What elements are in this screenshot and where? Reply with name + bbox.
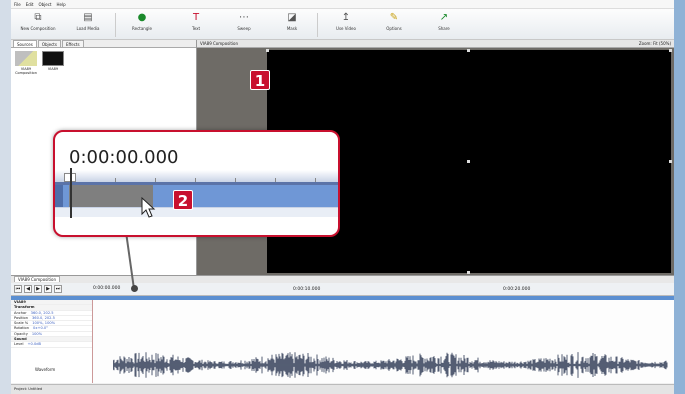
right-edge — [674, 0, 685, 394]
mask-icon: ◪ — [287, 12, 297, 23]
options-label: Options — [386, 26, 402, 31]
new-composition-icon: ⧉ — [34, 12, 42, 23]
tab-objects[interactable]: Objects — [37, 40, 61, 47]
resize-handle[interactable] — [669, 160, 672, 163]
tab-sources[interactable]: Sources — [13, 40, 37, 47]
toolbar-separator — [317, 13, 318, 37]
stage-header: VIA89 Composition Zoom: Fit (50%) — [197, 40, 674, 48]
menu-edit[interactable]: Edit — [26, 2, 34, 7]
zoom-track-header — [55, 185, 63, 207]
step-back-button[interactable]: ◀ — [24, 285, 32, 293]
rectangle-button[interactable]: ● Rectangle — [119, 11, 165, 38]
track-name: Anchor — [14, 310, 27, 315]
media-item-label: VIA89 Composition — [15, 67, 37, 75]
timeline-track-area[interactable] — [93, 300, 674, 383]
zoom-level[interactable]: Zoom: Fit (50%) — [639, 41, 671, 46]
share-label: Share — [438, 26, 450, 31]
ruler-label: 0:00:10.000 — [293, 287, 321, 292]
step-badge-2: 2 — [173, 190, 193, 210]
left-edge — [0, 0, 11, 394]
track-name: Position — [14, 315, 28, 320]
text-label: Text — [191, 26, 201, 31]
waveform-label: Waveform — [35, 367, 56, 372]
track-name: Level — [14, 342, 24, 347]
audio-waveform[interactable] — [113, 350, 668, 380]
text-button[interactable]: T Text — [173, 11, 219, 38]
track-name: Opacity — [14, 331, 28, 336]
go-to-start-button[interactable]: ⏮ — [14, 285, 22, 293]
options-icon: ✎ — [389, 12, 399, 23]
media-item[interactable]: VIA89 — [41, 51, 65, 71]
timeline-tabbar: VIA89 Composition — [11, 275, 674, 283]
ruler-label: 0:00:20.000 — [503, 287, 531, 292]
zoom-timecode: 0:00:00.000 — [69, 147, 179, 168]
rectangle-icon: ● — [137, 12, 147, 23]
media-item-label: VIA89 — [47, 67, 59, 71]
load-media-icon: ▤ — [83, 12, 93, 23]
track-value[interactable]: 360.0, 202.5 — [31, 311, 54, 315]
screenshot-frame: File Edit Object Help ⧉ New Composition … — [0, 0, 685, 394]
options-button[interactable]: ✎ Options — [371, 11, 417, 38]
track-name: VIA89 — [14, 300, 26, 304]
tab-timeline-composition[interactable]: VIA89 Composition — [14, 276, 60, 282]
play-button[interactable]: ▶ — [34, 285, 42, 293]
track-name: Scale % — [14, 321, 29, 326]
zoom-callout: 0:00:00.000 — [53, 130, 340, 237]
track-value[interactable]: 0x+0.0° — [33, 326, 48, 330]
track-name: Rotation — [14, 326, 30, 331]
rectangle-label: Rectangle — [132, 26, 152, 31]
go-to-end-button[interactable]: ⏭ — [54, 285, 62, 293]
track-row[interactable]: Level +0.0dB — [11, 342, 92, 348]
composition-thumbnail — [15, 51, 37, 66]
step-forward-button[interactable]: ▶ — [44, 285, 52, 293]
status-bar: Project: Untitled — [11, 384, 674, 394]
load-media-button[interactable]: ▤ Load Media — [65, 11, 111, 38]
tab-effects[interactable]: Effects — [61, 40, 84, 47]
track-value[interactable]: +0.0dB — [28, 342, 41, 346]
track-value[interactable]: 360.0, 202.5 — [32, 316, 55, 320]
menu-file[interactable]: File — [14, 2, 21, 7]
mouse-pointer-icon — [141, 197, 156, 218]
track-name: Sound — [14, 337, 27, 342]
new-composition-button[interactable]: ⧉ New Composition — [15, 11, 61, 38]
sweep-button[interactable]: ⋯ Sweep — [221, 11, 267, 38]
callout-leader-dot — [131, 285, 138, 292]
resize-handle[interactable] — [467, 49, 470, 52]
media-item[interactable]: VIA89 Composition — [14, 51, 38, 75]
video-thumbnail — [42, 51, 64, 66]
sweep-icon: ⋯ — [239, 12, 249, 23]
mask-button[interactable]: ◪ Mask — [269, 11, 315, 38]
stage-title: VIA89 Composition — [200, 41, 238, 46]
share-button[interactable]: ↗ Share — [421, 11, 467, 38]
mask-label: Mask — [286, 26, 298, 31]
resize-handle[interactable] — [266, 49, 269, 52]
transport-bar: ⏮ ◀ ▶ ▶ ⏭ 0:00:00.000 0:00:10.000 0:00:2… — [11, 283, 674, 296]
zoom-track-row — [55, 207, 338, 217]
track-value[interactable]: 100% — [32, 332, 42, 336]
menu-help[interactable]: Help — [56, 2, 65, 7]
sweep-label: Sweep — [237, 26, 251, 31]
use-video-button[interactable]: ↥ Use Video — [323, 11, 369, 38]
use-video-icon: ↥ — [341, 12, 351, 23]
toolbar: ⧉ New Composition ▤ Load Media ● Rectang… — [11, 9, 674, 40]
zoom-ruler — [55, 170, 338, 182]
waveform-path — [113, 352, 668, 378]
sources-tabs: Sources Objects Effects — [11, 40, 196, 48]
share-icon: ↗ — [439, 12, 449, 23]
resize-handle[interactable] — [669, 49, 672, 52]
resize-handle[interactable] — [467, 271, 470, 274]
text-icon: T — [192, 12, 200, 23]
menu-bar: File Edit Object Help — [11, 0, 674, 9]
step-badge-1: 1 — [250, 70, 270, 90]
track-name: Transform — [14, 305, 35, 310]
timecode-display[interactable]: 0:00:00.000 — [93, 286, 120, 291]
new-composition-label: New Composition — [20, 26, 56, 31]
menu-object[interactable]: Object — [38, 2, 51, 7]
toolbar-separator — [115, 13, 116, 37]
center-handle[interactable] — [467, 160, 470, 163]
track-value[interactable]: 100%, 100% — [32, 321, 55, 325]
use-video-label: Use Video — [336, 26, 356, 31]
playhead[interactable] — [70, 168, 72, 218]
load-media-label: Load Media — [76, 26, 100, 31]
